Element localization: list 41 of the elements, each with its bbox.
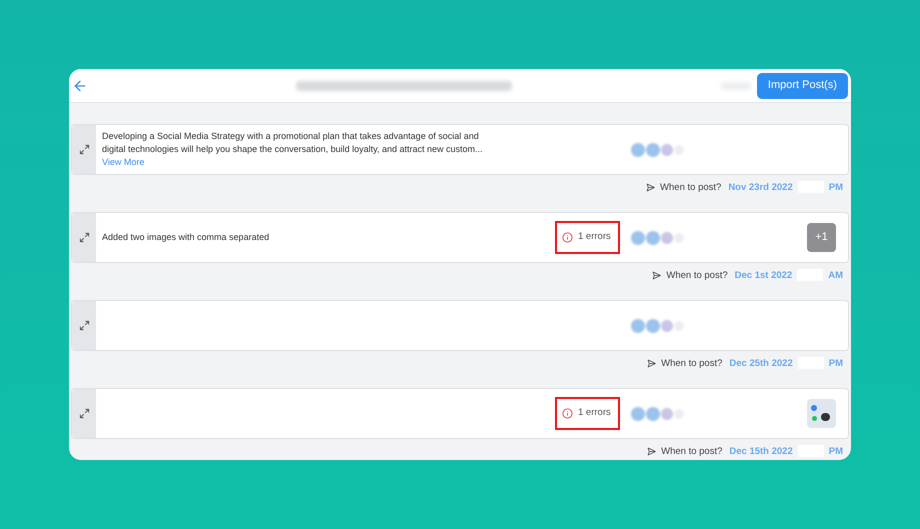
expand-icon[interactable] — [78, 232, 90, 243]
expand-icon[interactable] — [78, 144, 90, 155]
schedule-date[interactable]: Nov 23rd 2022 — [728, 181, 793, 196]
schedule-period[interactable]: PM — [828, 357, 843, 372]
schedule-label: When to post? — [660, 181, 722, 195]
schedule-label: When to post? — [666, 269, 728, 283]
error-count: 1 errors — [578, 406, 612, 420]
error-count: 1 errors — [578, 230, 612, 244]
expand-handle[interactable] — [72, 301, 96, 350]
post-text: Added two images with comma separated — [102, 231, 270, 244]
more-images-badge[interactable]: +1 — [807, 223, 836, 252]
error-indicator[interactable]: 1 errors — [555, 221, 620, 254]
schedule-date[interactable]: Dec 25th 2022 — [729, 357, 793, 372]
image-thumbnail — [807, 399, 836, 428]
expand-handle[interactable] — [72, 125, 96, 174]
expand-handle[interactable] — [72, 213, 96, 262]
info-icon — [562, 408, 573, 419]
blurred-accounts — [631, 406, 684, 420]
schedule-label: When to post? — [661, 357, 722, 371]
view-more-link[interactable]: View More — [102, 157, 144, 167]
error-indicator[interactable]: 1 errors — [555, 397, 620, 430]
post-text: Developing a Social Media Strategy with a promotional plan that takes advantage of social and digital technologies will help you shape the conversation, build loyalty, and attract new custom... View More — [102, 130, 484, 169]
info-icon — [562, 232, 573, 243]
schedule-label: When to post? — [661, 445, 722, 459]
schedule-period[interactable]: AM — [828, 269, 843, 284]
send-icon — [652, 271, 662, 280]
send-icon — [646, 183, 656, 192]
expand-icon[interactable] — [78, 320, 90, 331]
expand-icon[interactable] — [78, 408, 90, 419]
schedule-date[interactable]: Dec 1st 2022 — [734, 269, 792, 284]
import-posts-button[interactable]: Import Post(s) — [756, 72, 848, 98]
back-icon[interactable] — [72, 78, 88, 94]
schedule-period[interactable]: PM — [828, 181, 843, 196]
send-icon — [647, 359, 656, 368]
send-icon — [647, 447, 656, 456]
blurred-accounts — [631, 318, 684, 332]
schedule-date[interactable]: Dec 15th 2022 — [729, 445, 793, 460]
blurred-accounts — [631, 142, 684, 156]
schedule-period[interactable]: PM — [828, 445, 843, 460]
blurred-accounts — [631, 230, 684, 244]
expand-handle[interactable] — [72, 389, 96, 438]
